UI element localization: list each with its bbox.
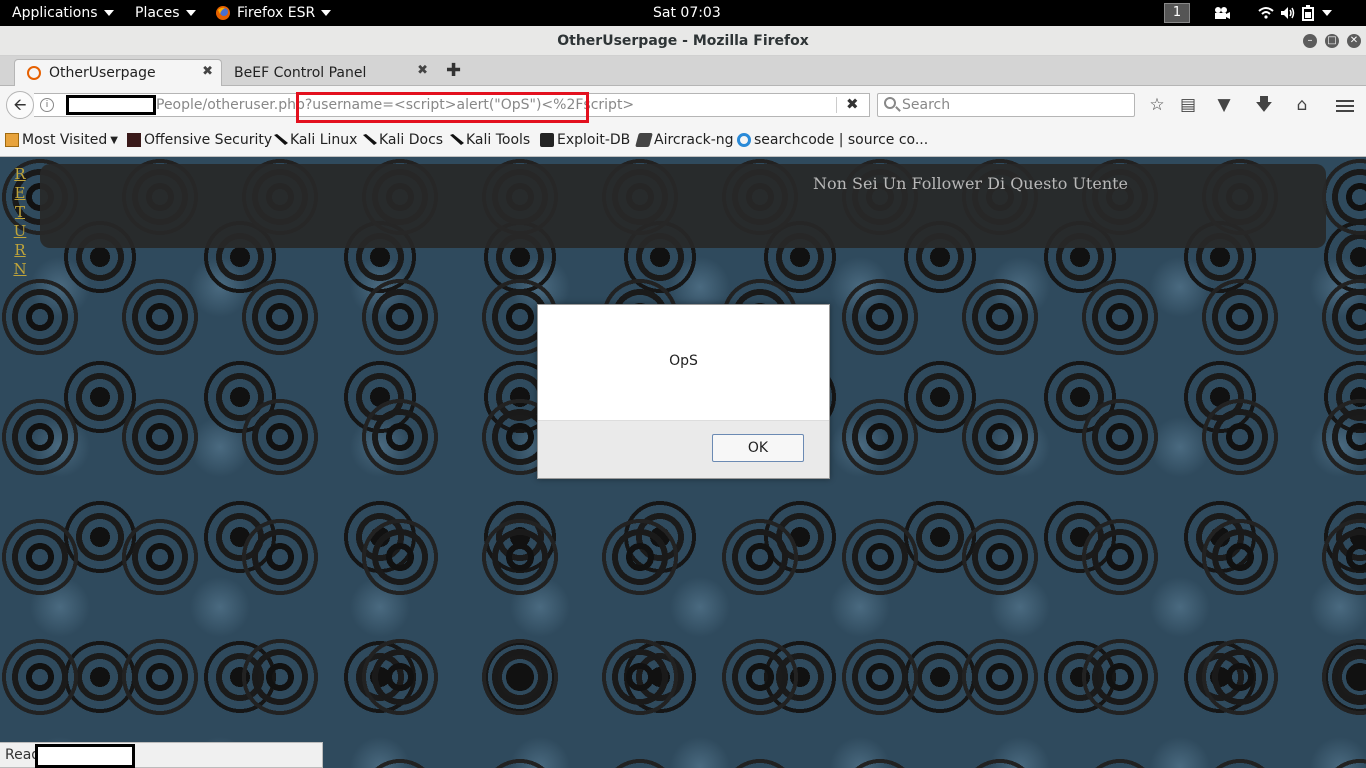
- chevron-down-icon: [321, 10, 332, 16]
- bookmark-label: Kali Tools: [466, 132, 531, 148]
- chevron-down-icon: [103, 10, 114, 16]
- minimize-icon[interactable]: –: [1303, 34, 1317, 48]
- volume-icon: [1281, 7, 1295, 19]
- url-highlight-annotation: [296, 92, 589, 123]
- system-status-menu[interactable]: [1258, 0, 1332, 26]
- chevron-down-icon: ▼: [110, 134, 118, 146]
- app-name-label: Firefox ESR: [237, 5, 316, 21]
- maximize-icon[interactable]: □: [1325, 34, 1339, 48]
- redacted-host: [66, 95, 156, 115]
- exploitdb-icon: [540, 133, 554, 147]
- redacted-status: [35, 744, 135, 768]
- alert-footer: OK: [538, 420, 829, 478]
- bookmark-most-visited[interactable]: Most Visited ▼: [5, 132, 118, 148]
- tab-beef-control-panel[interactable]: BeEF Control Panel ✖: [226, 59, 436, 86]
- tab-label: BeEF Control Panel: [234, 64, 367, 81]
- url-divider: [836, 97, 837, 113]
- return-link[interactable]: RETURN: [13, 165, 27, 279]
- firefox-icon: [216, 6, 230, 20]
- bookmark-label: Kali Linux: [290, 132, 358, 148]
- bookmark-label: Most Visited: [22, 132, 108, 148]
- home-icon[interactable]: ⌂: [1292, 95, 1312, 115]
- clear-url-icon[interactable]: ✖: [846, 95, 859, 113]
- places-label: Places: [135, 5, 180, 21]
- reading-list-icon[interactable]: ▤: [1178, 95, 1198, 115]
- close-tab-icon[interactable]: ✖: [417, 63, 428, 78]
- search-placeholder: Search: [902, 97, 951, 113]
- alert-message: OpS: [669, 353, 698, 369]
- offsec-icon: [127, 133, 141, 147]
- kali-dragon-icon: [362, 133, 377, 147]
- tab-label: OtherUserpage: [49, 65, 156, 81]
- header-panel: Non Sei Un Follower Di Questo Utente: [40, 164, 1326, 248]
- bookmark-exploit-db[interactable]: Exploit-DB: [540, 132, 630, 148]
- info-icon[interactable]: i: [40, 98, 54, 112]
- app-menu[interactable]: Firefox ESR: [215, 0, 332, 26]
- bookmark-label: Offensive Security: [144, 132, 273, 148]
- bookmark-kali-docs[interactable]: Kali Docs: [362, 132, 443, 148]
- bookmark-aircrack-ng[interactable]: Aircrack-ng: [635, 132, 734, 148]
- search-icon: [884, 97, 896, 109]
- kali-dragon-icon: [449, 133, 464, 147]
- clock[interactable]: Sat 07:03: [653, 0, 721, 26]
- tab-otheruserpage[interactable]: OtherUserpage ✖: [14, 59, 222, 86]
- hamburger-menu-icon[interactable]: [1335, 95, 1355, 115]
- searchcode-icon: [737, 133, 751, 147]
- bookmark-label: searchcode | source co...: [754, 132, 929, 148]
- alert-dialog: OpS OK: [537, 304, 830, 479]
- applications-label: Applications: [12, 5, 98, 21]
- chevron-down-icon: [185, 10, 196, 16]
- window-title-bar: OtherUserpage - Mozilla Firefox – □ ✕: [0, 26, 1366, 56]
- bookmark-label: Exploit-DB: [557, 132, 631, 148]
- workspace-indicator[interactable]: 1: [1164, 3, 1190, 23]
- video-camera-icon[interactable]: [1213, 0, 1231, 26]
- bookmark-label: Aircrack-ng: [654, 132, 734, 148]
- new-tab-button[interactable]: ✚: [446, 60, 461, 81]
- chevron-down-icon: [1322, 10, 1332, 16]
- applications-menu[interactable]: Applications: [12, 0, 114, 26]
- not-follower-message: Non Sei Un Follower Di Questo Utente: [813, 174, 1129, 193]
- status-bar: Read: [0, 742, 323, 768]
- bookmark-kali-tools[interactable]: Kali Tools: [449, 132, 530, 148]
- search-input[interactable]: Search: [877, 93, 1135, 117]
- tab-strip: OtherUserpage ✖ BeEF Control Panel ✖: [0, 56, 1366, 86]
- kali-dragon-icon: [273, 133, 288, 147]
- pocket-icon[interactable]: ▼: [1214, 95, 1234, 115]
- close-tab-icon[interactable]: ✖: [202, 64, 213, 79]
- bookmark-label: Kali Docs: [379, 132, 444, 148]
- wifi-icon: [1258, 7, 1274, 19]
- aircrack-icon: [635, 133, 653, 147]
- bookmark-searchcode[interactable]: searchcode | source co...: [737, 132, 928, 148]
- loading-icon: [27, 66, 41, 80]
- ok-button[interactable]: OK: [712, 434, 804, 462]
- window-title: OtherUserpage - Mozilla Firefox: [557, 33, 809, 49]
- battery-icon: [1302, 5, 1314, 21]
- bookmark-kali-linux[interactable]: Kali Linux: [273, 132, 357, 148]
- bookmark-offensive-security[interactable]: Offensive Security: [127, 132, 272, 148]
- close-icon[interactable]: ✕: [1347, 34, 1361, 48]
- folder-icon: [5, 133, 19, 147]
- back-button[interactable]: 🡨: [6, 91, 34, 119]
- downloads-icon[interactable]: 🡇: [1254, 95, 1274, 115]
- bookmark-star-icon[interactable]: ☆: [1147, 95, 1167, 115]
- bookmarks-toolbar: Most Visited ▼ Offensive Security Kali L…: [0, 124, 1366, 157]
- system-top-bar: Applications Places Firefox ESR Sat 07:0…: [0, 0, 1366, 26]
- places-menu[interactable]: Places: [135, 0, 196, 26]
